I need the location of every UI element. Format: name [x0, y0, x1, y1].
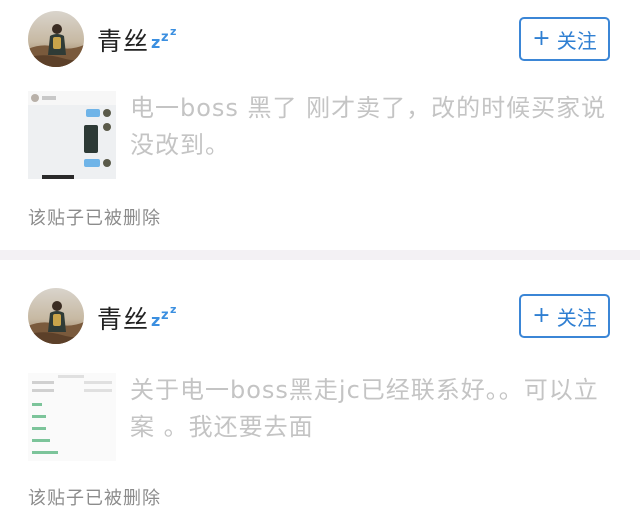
svg-text:z: z [151, 311, 161, 328]
plus-icon: + [532, 26, 551, 51]
follow-label: 关注 [556, 305, 597, 330]
username[interactable]: 青丝 z z z [97, 22, 181, 58]
username[interactable]: 青丝 z z z [97, 300, 181, 336]
post-content[interactable]: 电一boss 黑了 刚才卖了，改的时候买家说没改到。 [130, 90, 620, 164]
svg-text:z: z [170, 25, 177, 38]
deleted-notice: 该贴子已被删除 [28, 488, 161, 509]
deleted-notice: 该贴子已被删除 [28, 208, 161, 229]
chat-screenshot-thumbnail[interactable] [28, 91, 116, 179]
follow-label: 关注 [556, 28, 597, 53]
avatar[interactable] [28, 11, 84, 67]
svg-text:z: z [151, 33, 161, 50]
post-separator [0, 250, 640, 260]
post-content[interactable]: 关于电一boss黑走jc已经联系好。。可以立案 。我还要去面 [130, 372, 620, 446]
post-card[interactable]: 青丝 z z z + 关注 [0, 0, 640, 250]
username-text[interactable]: 青丝 [97, 300, 149, 336]
follow-button[interactable]: + 关注 [519, 294, 610, 338]
svg-text:z: z [170, 303, 177, 316]
sleep-zzz-icon: z z z [151, 24, 181, 56]
post-card[interactable]: 青丝 z z z + 关注 [0, 260, 640, 516]
svg-text:z: z [161, 30, 170, 45]
post-feed: 青丝 z z z + 关注 电一boss 黑了 刚才卖了，改的时候买家说没改到。… [0, 0, 640, 516]
plus-icon: + [532, 303, 551, 328]
settings-list-screenshot-thumbnail[interactable] [28, 373, 116, 461]
sleep-zzz-icon: z z z [151, 302, 181, 334]
username-text[interactable]: 青丝 [97, 22, 149, 58]
follow-button[interactable]: + 关注 [519, 17, 610, 61]
avatar[interactable] [28, 288, 84, 344]
svg-text:z: z [161, 308, 170, 323]
